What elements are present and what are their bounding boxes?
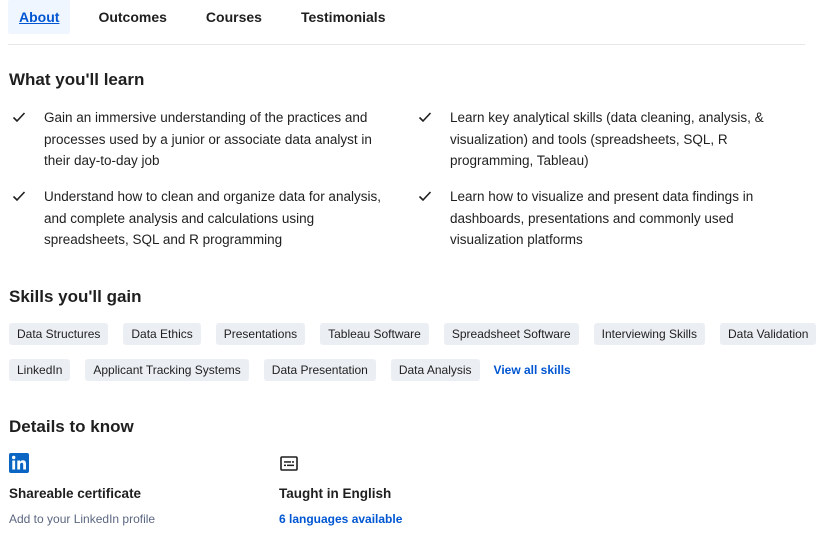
tab-courses[interactable]: Courses — [195, 0, 273, 34]
skill-chip: Data Analysis — [390, 359, 480, 381]
skill-chip: Spreadsheet Software — [443, 323, 579, 345]
skill-chip: Data Ethics — [123, 323, 201, 345]
learn-item: Learn key analytical skills (data cleani… — [418, 107, 788, 172]
checkmark-icon — [418, 112, 432, 123]
skill-chip: Data Structures — [9, 323, 109, 345]
tab-outcomes[interactable]: Outcomes — [87, 0, 177, 34]
skill-chip: LinkedIn — [9, 359, 71, 381]
skills-heading: Skills you'll gain — [9, 287, 142, 306]
skill-chip: Tableau Software — [320, 323, 429, 345]
certificate-subtitle: Add to your LinkedIn profile — [9, 512, 156, 526]
skill-chip: Interviewing Skills — [593, 323, 705, 345]
learn-item-text: Learn how to visualize and present data … — [450, 189, 754, 248]
linkedin-icon — [9, 453, 29, 473]
tab-about[interactable]: About — [8, 0, 71, 34]
checkmark-icon — [418, 191, 432, 202]
checkmark-icon — [12, 191, 26, 202]
detail-certificate: Shareable certificate Add to your Linked… — [9, 453, 155, 526]
skills-row: Data Structures Data Ethics Presentation… — [9, 323, 817, 345]
details-heading: Details to know — [9, 417, 134, 436]
view-all-skills-link[interactable]: View all skills — [494, 363, 571, 377]
certificate-title: Shareable certificate — [9, 486, 142, 501]
learn-item-text: Learn key analytical skills (data cleani… — [450, 110, 764, 169]
learn-item-text: Gain an immersive understanding of the p… — [44, 110, 372, 169]
learn-heading: What you'll learn — [9, 70, 145, 89]
language-title: Taught in English — [279, 486, 392, 501]
skill-chip: Data Presentation — [263, 359, 376, 381]
learn-item-text: Understand how to clean and organize dat… — [44, 189, 381, 248]
tab-testimonials[interactable]: Testimonials — [290, 0, 397, 34]
languages-available-link[interactable]: 6 languages available — [279, 512, 402, 526]
detail-language: Taught in English 6 languages available — [279, 453, 402, 526]
captions-icon — [280, 456, 298, 471]
tabs-divider — [8, 44, 805, 45]
learn-item: Gain an immersive understanding of the p… — [12, 107, 382, 172]
skill-chip: Applicant Tracking Systems — [85, 359, 249, 381]
section-tabs: About Outcomes Courses Testimonials — [8, 0, 413, 34]
learn-item: Understand how to clean and organize dat… — [12, 186, 382, 251]
skill-chip: Data Validation — [719, 323, 817, 345]
checkmark-icon — [12, 112, 26, 123]
skill-chip: Presentations — [215, 323, 306, 345]
skills-row: LinkedIn Applicant Tracking Systems Data… — [9, 359, 571, 381]
learn-item: Learn how to visualize and present data … — [418, 186, 788, 251]
